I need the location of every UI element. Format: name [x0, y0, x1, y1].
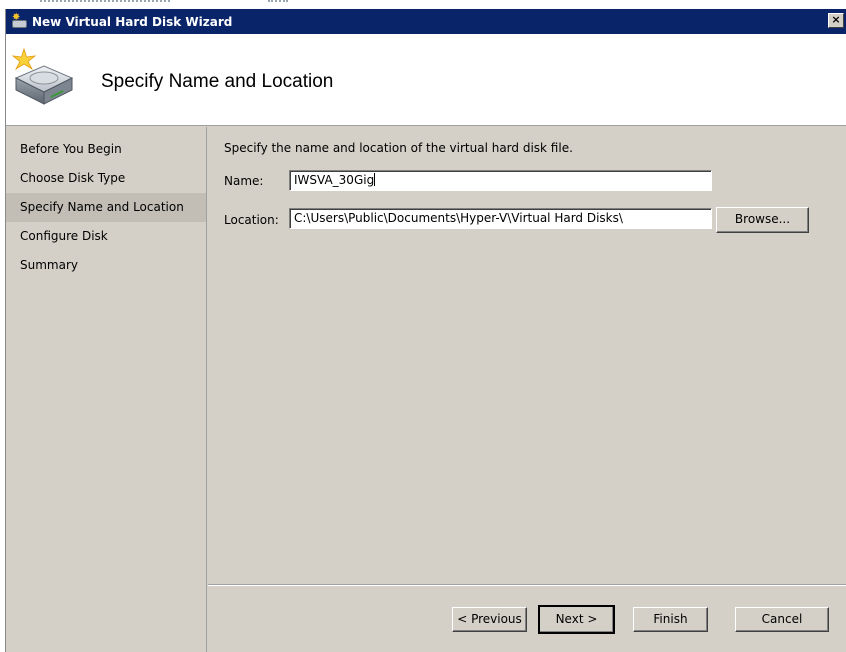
window-title: New Virtual Hard Disk Wizard — [32, 14, 233, 29]
desktop-background-strip — [0, 0, 846, 9]
background-window-fragment — [268, 0, 288, 4]
name-label: Name: — [224, 174, 264, 188]
wizard-window: ✸ New Virtual Hard Disk Wizard × Specify… — [5, 9, 846, 652]
cancel-button[interactable]: Cancel — [735, 607, 829, 632]
location-label: Location: — [224, 213, 279, 227]
previous-button[interactable]: < Previous — [452, 607, 527, 632]
nav-item-specify-name-and-location[interactable]: Specify Name and Location — [6, 193, 206, 222]
virtual-disk-wizard-icon — [11, 48, 74, 105]
text-cursor — [374, 173, 376, 186]
wizard-header: Specify Name and Location — [6, 34, 846, 126]
main-content: Specify the name and location of the vir… — [208, 127, 846, 583]
instruction-text: Specify the name and location of the vir… — [224, 141, 573, 155]
location-input-value: C:\Users\Public\Documents\Hyper-V\Virtua… — [294, 211, 623, 225]
close-button[interactable]: × — [828, 13, 844, 28]
wizard-step-list: Before You Begin Choose Disk Type Specif… — [6, 127, 207, 652]
wizard-app-icon: ✸ — [12, 12, 28, 30]
wizard-footer: < Previous Next > Finish Cancel — [208, 584, 846, 652]
nav-item-configure-disk[interactable]: Configure Disk — [6, 222, 206, 251]
location-input[interactable]: C:\Users\Public\Documents\Hyper-V\Virtua… — [289, 208, 712, 229]
browse-button[interactable]: Browse... — [716, 207, 809, 233]
next-button[interactable]: Next > — [538, 605, 615, 634]
name-input[interactable]: IWSVA_30Gig — [289, 170, 712, 191]
name-input-value: IWSVA_30Gig — [294, 173, 375, 187]
title-bar[interactable]: ✸ New Virtual Hard Disk Wizard × — [6, 9, 846, 34]
nav-item-summary[interactable]: Summary — [6, 251, 206, 280]
nav-item-before-you-begin[interactable]: Before You Begin — [6, 135, 206, 164]
page-heading: Specify Name and Location — [101, 71, 334, 92]
finish-button[interactable]: Finish — [633, 607, 708, 632]
background-window-fragment — [40, 0, 170, 4]
nav-item-choose-disk-type[interactable]: Choose Disk Type — [6, 164, 206, 193]
